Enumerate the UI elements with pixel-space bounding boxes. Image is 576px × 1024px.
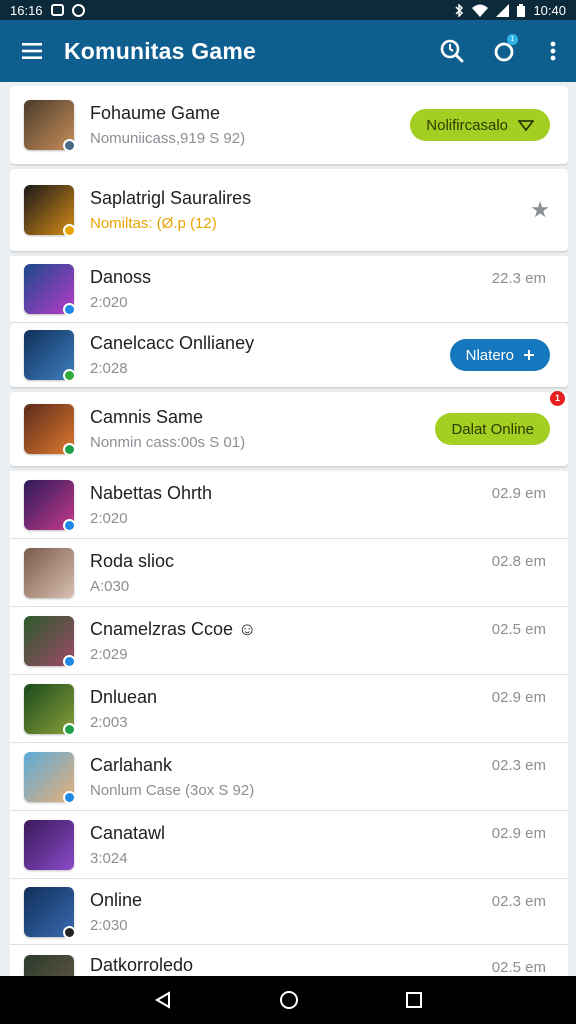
- list-item[interactable]: Dnluean 2:003 02.9 em: [10, 675, 568, 742]
- create-label: Nlatero: [465, 346, 514, 364]
- list-item[interactable]: Canelcacc Onllianey 2:028 Nlatero: [10, 323, 568, 387]
- status-badge: [63, 654, 76, 668]
- status-time-right: 10:40: [533, 2, 566, 18]
- menu-button[interactable]: [0, 20, 64, 82]
- home-icon[interactable]: [279, 990, 299, 1010]
- game-avatar: [24, 479, 76, 532]
- notification-dropdown-button[interactable]: Nolifircasalo: [410, 109, 550, 141]
- list-item[interactable]: Danoss 2:020 22.3 em: [10, 256, 568, 322]
- item-title: Fohaume Game: [90, 103, 221, 123]
- item-subtitle: 2:020: [90, 294, 128, 311]
- list-item[interactable]: Saplatrigl Sauralires Nomiltas: (Ø.p (12…: [10, 169, 568, 251]
- game-avatar: [24, 751, 76, 804]
- recents-icon[interactable]: [406, 992, 423, 1008]
- item-subtitle: 2:003: [90, 713, 128, 731]
- game-avatar: [24, 185, 76, 237]
- status-badge: [63, 369, 76, 382]
- item-title: Camnis Same: [90, 407, 204, 427]
- item-subtitle: A:030: [90, 577, 130, 595]
- game-avatar: [24, 404, 76, 456]
- game-avatar: [24, 100, 76, 152]
- chevron-down-icon: [518, 119, 534, 131]
- game-avatar: [24, 955, 74, 976]
- notification-badge: 1: [550, 391, 565, 406]
- item-subtitle: 2:020: [90, 509, 128, 527]
- create-button[interactable]: Nlatero: [449, 339, 550, 371]
- notification-app-icon: [50, 4, 64, 16]
- list-item[interactable]: Datkorroledo 02.5 em: [10, 945, 568, 976]
- status-badge: [63, 139, 76, 152]
- item-time: 22.3 em: [491, 270, 546, 287]
- item-subtitle: 2:028: [90, 360, 128, 377]
- item-time: 02.5 em: [491, 959, 546, 976]
- community-list: Fohaume Game Nomuniicass,919 S 92) Nolif…: [10, 86, 568, 976]
- game-avatar: [24, 264, 76, 316]
- item-time: 02.5 em: [491, 621, 546, 638]
- item-time: 02.3 em: [491, 757, 546, 774]
- dropdown-label: Nolifircasalo: [426, 116, 508, 134]
- list-item[interactable]: Canatawl 3:024 02.9 em: [10, 811, 568, 878]
- hamburger-menu-icon: [22, 43, 42, 59]
- item-title: Saplatrigl Sauralires: [90, 188, 252, 208]
- bluetooth-icon: [455, 3, 464, 17]
- item-time: 02.9 em: [491, 485, 546, 502]
- item-subtitle: 2:029: [90, 645, 128, 663]
- list-item[interactable]: Camnis Same Nonmin cass:00s S 01) Dalat …: [10, 391, 568, 466]
- notification-count-badge: 1: [507, 34, 518, 45]
- notifications-button[interactable]: 1: [478, 20, 530, 82]
- list-item[interactable]: Online 2:030 02.3 em: [10, 879, 568, 944]
- item-time: 02.9 em: [491, 689, 546, 706]
- list-item[interactable]: Roda slioc A:030 02.8 em: [10, 539, 568, 606]
- list-item[interactable]: Nabettas Ohrth 2:020 02.9 em: [10, 471, 568, 538]
- battery-icon: [517, 3, 526, 17]
- app-bar: Komunitas Game 1: [0, 20, 576, 82]
- status-badge: [63, 303, 76, 316]
- plus-icon: [524, 350, 534, 360]
- status-time-left: 16:16: [10, 2, 43, 18]
- game-avatar: [24, 683, 76, 736]
- search-icon: [440, 39, 464, 63]
- status-bar: 16:16 10:40: [0, 0, 576, 20]
- game-avatar: [24, 547, 74, 598]
- status-badge: [63, 224, 76, 237]
- item-subtitle: Nomuniicass,919 S 92): [90, 130, 246, 147]
- status-badge: [63, 925, 76, 939]
- status-badge: [63, 790, 76, 804]
- game-avatar: [24, 886, 76, 939]
- notification-app-icon: [71, 3, 85, 17]
- item-title: Canelcacc Onllianey: [90, 333, 255, 353]
- game-avatar: [24, 615, 76, 668]
- game-avatar: [24, 330, 76, 382]
- star-icon[interactable]: ★: [530, 197, 550, 223]
- more-vert-icon: [550, 41, 556, 61]
- status-badge: [63, 443, 76, 456]
- item-time: 02.8 em: [491, 553, 546, 570]
- list-item[interactable]: Carlahank Nonlum Case (3ox S 92) 02.3 em: [10, 743, 568, 810]
- game-avatar: [24, 819, 74, 870]
- list-item[interactable]: Fohaume Game Nomuniicass,919 S 92) Nolif…: [10, 86, 568, 164]
- search-button[interactable]: [426, 20, 478, 82]
- item-subtitle: Nomiltas: (Ø.p (12): [90, 215, 217, 232]
- item-time: 02.3 em: [491, 893, 546, 910]
- signal-icon: [496, 3, 510, 17]
- item-subtitle: Nonmin cass:00s S 01): [90, 434, 246, 451]
- item-subtitle: 3:024: [90, 849, 128, 867]
- wifi-icon: [472, 4, 489, 17]
- status-badge: [63, 518, 76, 532]
- system-navigation-bar: [0, 976, 576, 1024]
- app-title: Komunitas Game: [64, 37, 256, 64]
- status-badge: [63, 722, 76, 736]
- back-icon[interactable]: [154, 991, 172, 1009]
- list-item[interactable]: Cnamelzras Ccoe ☺ 2:029 02.5 em: [10, 607, 568, 674]
- item-subtitle: 2:030: [90, 916, 128, 934]
- online-label: Dalat Online: [451, 420, 534, 438]
- overflow-menu-button[interactable]: [530, 20, 576, 82]
- item-time: 02.9 em: [491, 825, 546, 842]
- online-status-button[interactable]: Dalat Online: [435, 413, 550, 445]
- item-subtitle: Nonlum Case (3ox S 92): [90, 781, 255, 799]
